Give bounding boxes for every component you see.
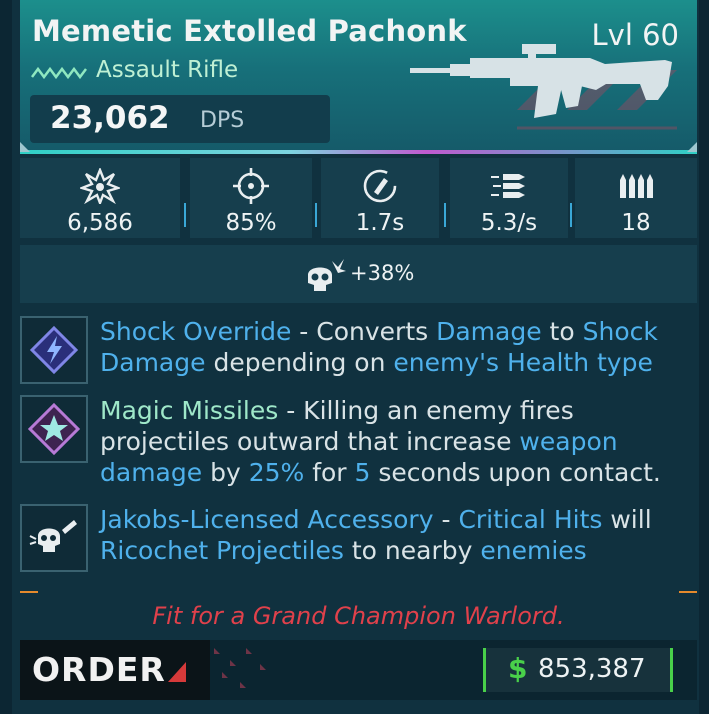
shock-lightning-icon	[29, 325, 79, 375]
assault-rifle-icon	[410, 44, 672, 118]
perk-text-segment: Ricochet Projectiles	[100, 536, 344, 565]
perk-text-segment: Damage	[436, 317, 542, 346]
perk-text-segment: to	[541, 317, 583, 346]
perk-badge	[20, 504, 88, 572]
corner-marker	[687, 142, 697, 152]
crit-skull-icon	[308, 259, 346, 291]
crosshair-accuracy-icon	[233, 168, 269, 204]
stat-separator	[315, 203, 317, 227]
crit-bonus-value: +38%	[350, 261, 415, 285]
perk-text-segment: 25%	[248, 458, 305, 487]
footer-dots-decoration	[214, 648, 266, 688]
stat-value: 18	[621, 210, 651, 236]
item-card: Memetic Extolled Pachonk Lvl 60 Assault …	[0, 0, 709, 714]
perk-text-segment: depending on	[205, 348, 394, 377]
perk-name: Shock Override	[100, 317, 292, 346]
stat-fire-rate: 5.3/s	[450, 158, 568, 238]
weapon-type: Assault Rifle	[96, 57, 239, 83]
stat-magazine: 18	[575, 158, 697, 238]
perk-text-segment: -	[433, 505, 459, 534]
magazine-ammo-icon	[620, 174, 653, 198]
flavor-text: Fit for a Grand Champion Warlord.	[152, 602, 565, 630]
reload-time-icon	[363, 169, 397, 203]
perk-jakobs-accessory: Jakobs-Licensed Accessory - Critical Hit…	[20, 504, 697, 574]
fire-rate-icon	[491, 174, 525, 198]
perk-description: Shock Override - Converts Damage to Shoc…	[100, 316, 700, 378]
manufacturer-name: ORDER	[32, 650, 166, 689]
card-right-edge	[699, 0, 709, 714]
manufacturer-mark-icon	[168, 662, 186, 682]
damage-burst-icon	[80, 168, 120, 204]
perk-text-segment: 5	[354, 458, 371, 487]
perk-magic-missiles: Magic Missiles - Killing an enemy fires …	[20, 395, 697, 490]
currency-icon: $	[508, 652, 528, 685]
stat-separator	[444, 203, 446, 227]
item-footer: ORDER $ 853,387	[20, 640, 697, 700]
perk-text-segment: for	[304, 458, 355, 487]
perk-text-segment: enemies	[480, 536, 587, 565]
perk-description: Jakobs-Licensed Accessory - Critical Hit…	[100, 504, 700, 566]
stat-separator	[184, 203, 186, 227]
perk-text-segment: seconds upon contact.	[370, 458, 661, 487]
perk-text-segment: to nearby	[343, 536, 481, 565]
crit-bonus-row: +38%	[20, 245, 697, 303]
stat-reload: 1.7s	[321, 158, 439, 238]
dps-value: 23,062	[50, 100, 170, 136]
header-rarity-line	[20, 150, 697, 154]
perk-text-segment: - Converts	[291, 317, 437, 346]
perk-text-segment: by	[202, 458, 249, 487]
perk-shock-override: Shock Override - Converts Damage to Shoc…	[20, 316, 697, 386]
perk-badge	[20, 316, 88, 384]
weapon-name: Memetic Extolled Pachonk	[32, 14, 467, 48]
dps-box: 23,062 DPS	[30, 95, 330, 143]
stat-value: 1.7s	[355, 210, 405, 236]
perk-badge	[20, 395, 88, 463]
stat-separator	[570, 203, 572, 227]
price-value: 853,387	[538, 654, 646, 684]
dps-unit: DPS	[200, 108, 245, 133]
stats-row: 6,586 85% 1.7s 5.3/s 18	[20, 158, 697, 240]
card-left-edge	[0, 0, 12, 714]
magic-star-icon	[27, 402, 81, 456]
section-divider	[20, 591, 697, 593]
perk-name: Magic Missiles	[100, 396, 279, 425]
stat-damage: 6,586	[20, 158, 180, 238]
perk-text-segment: will	[602, 505, 652, 534]
price-box: $ 853,387	[483, 648, 673, 692]
corner-marker	[20, 142, 30, 152]
skull-ricochet-icon	[29, 520, 77, 552]
perk-description: Magic Missiles - Killing an enemy fires …	[100, 395, 700, 488]
perk-text-segment: enemy's Health type	[393, 348, 653, 377]
perk-text-segment: Critical Hits	[458, 505, 603, 534]
rarity-chevrons-icon	[31, 66, 87, 80]
stat-value: 85%	[225, 210, 277, 236]
stat-value: 5.3/s	[480, 210, 538, 236]
stat-value: 6,586	[67, 210, 133, 236]
manufacturer-logo: ORDER	[20, 640, 210, 700]
perk-name: Jakobs-Licensed Accessory	[100, 505, 434, 534]
stat-accuracy: 85%	[190, 158, 312, 238]
